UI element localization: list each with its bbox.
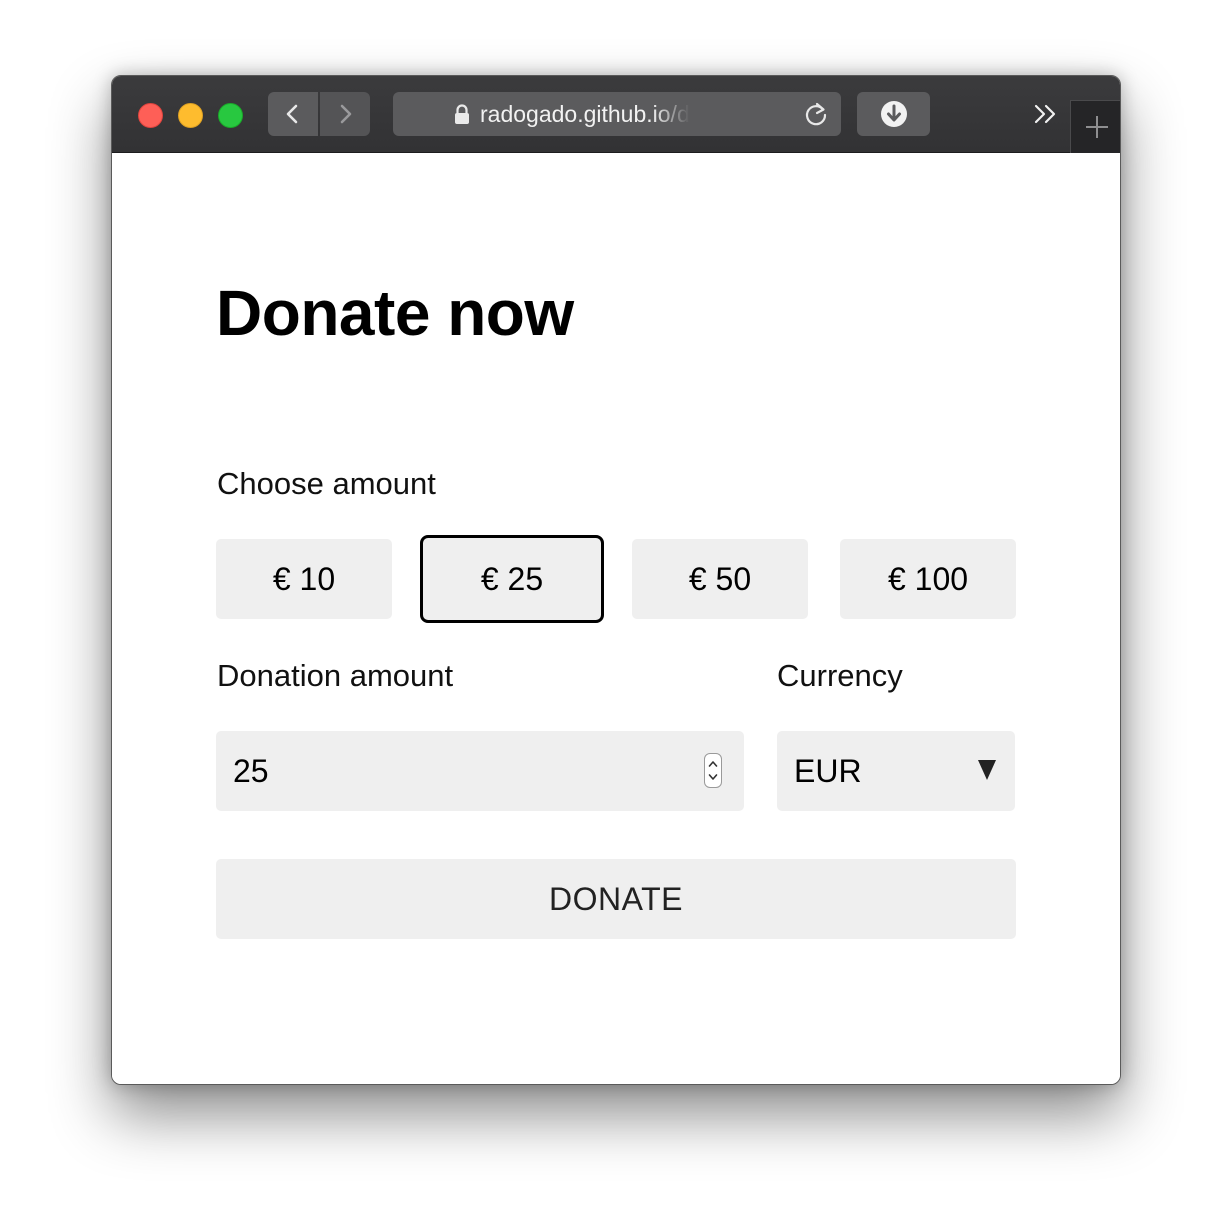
chevron-right-icon [340,104,352,124]
currency-selected-value: EUR [794,752,862,789]
page-title: Donate now [216,277,574,349]
url-text: radogado.github.io/donati [480,101,690,127]
plus-icon [1085,116,1108,138]
amount-option-100[interactable]: € 100 [840,539,1016,619]
navigation-buttons [268,92,370,136]
donation-amount-input[interactable]: 25 [216,731,744,811]
currency-select[interactable]: EUR [777,731,1015,811]
amount-option-25[interactable]: € 25 [420,535,604,623]
downloads-button[interactable] [857,92,930,136]
choose-amount-label: Choose amount [217,466,436,501]
close-window-button[interactable] [138,103,163,128]
page-content: Donate now Choose amount € 10 € 25 € 50 … [112,153,1120,1084]
donation-amount-value: 25 [233,752,269,789]
back-button[interactable] [268,92,318,136]
browser-toolbar: radogado.github.io/donati [112,76,1120,153]
lock-icon [455,104,469,124]
currency-label: Currency [777,658,903,693]
minimize-window-button[interactable] [178,103,203,128]
amount-option-50[interactable]: € 50 [632,539,808,619]
download-icon [880,101,907,127]
donate-button[interactable]: DONATE [216,859,1016,939]
reload-icon[interactable] [802,101,830,129]
number-stepper[interactable] [704,753,722,788]
zoom-window-button[interactable] [218,103,243,128]
chevron-left-icon [286,104,298,124]
dropdown-caret-icon [978,760,996,780]
double-chevron-right-icon[interactable] [1032,102,1060,126]
stepper-arrows-icon [708,761,718,780]
amount-option-10[interactable]: € 10 [216,539,392,619]
address-bar[interactable]: radogado.github.io/donati [393,92,841,136]
donation-amount-label: Donation amount [217,658,454,693]
forward-button[interactable] [320,92,370,136]
new-tab-button[interactable] [1070,100,1120,153]
browser-window: radogado.github.io/donati Donate now [111,75,1121,1085]
